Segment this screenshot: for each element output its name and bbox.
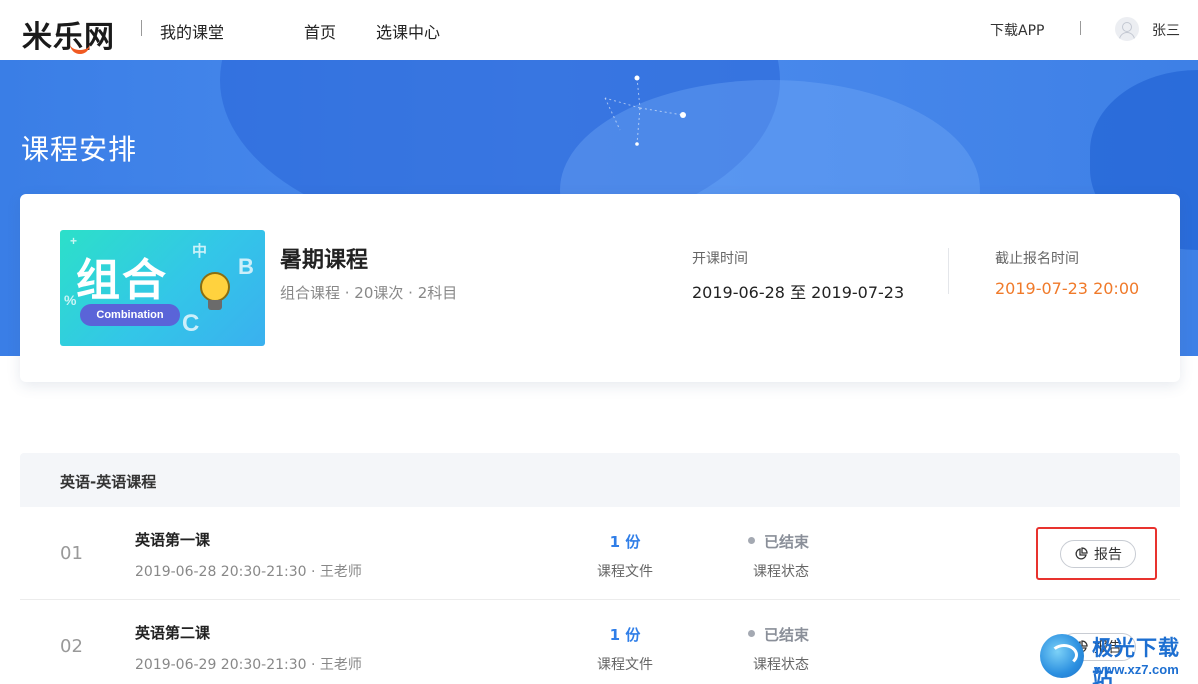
lesson-name: 英语第一课 [135,531,211,549]
username[interactable]: 张三 [1152,20,1180,40]
lesson-number: 02 [60,636,83,657]
course-meta: 组合课程 · 20课次 · 2科目 [280,284,458,302]
nav-course-center[interactable]: 选课中心 [376,19,440,43]
status-dot-icon [748,630,755,637]
user-icon [1122,22,1132,32]
watermark: 极光下载站 www.xz7.com [1036,628,1198,684]
section-header: 英语-英语课程 [20,453,1180,507]
lesson-time: 2019-06-29 20:30-21:30 · 王老师 [135,657,362,673]
logo-text: 米乐网 [22,20,115,55]
course-name[interactable]: 暑期课程 [280,242,368,274]
watermark-url: www.xz7.com [1094,662,1179,677]
lesson-name: 英语第二课 [135,624,211,642]
lesson-status-label: 课程状态 [753,657,809,673]
thumbnail-title: 组合 [76,255,168,306]
lesson-files-count[interactable]: 1 份 [590,624,660,645]
lesson-time: 2019-06-28 20:30-21:30 · 王老师 [135,564,362,580]
watermark-swirl [1050,644,1078,666]
lightbulb-base [208,300,222,310]
my-classroom-label: 我的课堂 [160,23,225,42]
thumbnail-char: C [182,310,200,337]
thumbnail-char: % [64,292,77,308]
logo-divider [141,20,142,36]
start-time-label: 开课时间 [692,251,748,267]
nav-home[interactable]: 首页 [304,19,336,43]
course-thumbnail[interactable]: 组合 Combination 中 B C % + [60,230,265,346]
card-divider [948,248,949,294]
lesson-status: 已结束 [764,626,810,644]
status-dot-icon [748,537,755,544]
lesson-row: 02 英语第二课 2019-06-29 20:30-21:30 · 王老师 1 … [20,600,1180,684]
top-nav: 米乐网 我的课堂 首页 选课中心 下载APP 张三 [0,0,1198,60]
deadline-label: 截止报名时间 [995,251,1079,267]
deadline-value: 2019-07-23 20:00 [995,279,1140,298]
lesson-status: 已结束 [764,533,810,551]
lesson-files-label: 课程文件 [597,564,653,580]
thumbnail-char: 中 [192,243,208,260]
thumbnail-badge: Combination [80,304,180,326]
page-title: 课程安排 [21,133,138,166]
section-title: 英语-英语课程 [60,473,157,491]
lesson-files-label: 课程文件 [597,657,653,673]
annotation-highlight-box [1036,527,1157,580]
thumbnail-char: B [238,254,254,279]
download-app-link[interactable]: 下载APP [990,20,1044,40]
lesson-number: 01 [60,543,83,564]
user-icon-body [1119,32,1135,41]
lesson-files-count[interactable]: 1 份 [590,531,660,552]
lesson-status-label: 课程状态 [753,564,809,580]
avatar[interactable] [1115,17,1139,41]
header-divider [1080,21,1081,35]
logo[interactable]: 米乐网 [22,12,115,56]
start-time-value: 2019-06-28 至 2019-07-23 [692,283,905,302]
course-card: 组合 Combination 中 B C % + 暑期课程 组合课程 · 20课… [20,194,1180,382]
lightbulb-icon [200,272,230,302]
thumbnail-char: + [70,234,78,248]
lesson-row: 01 英语第一课 2019-06-28 20:30-21:30 · 王老师 1 … [20,507,1180,600]
